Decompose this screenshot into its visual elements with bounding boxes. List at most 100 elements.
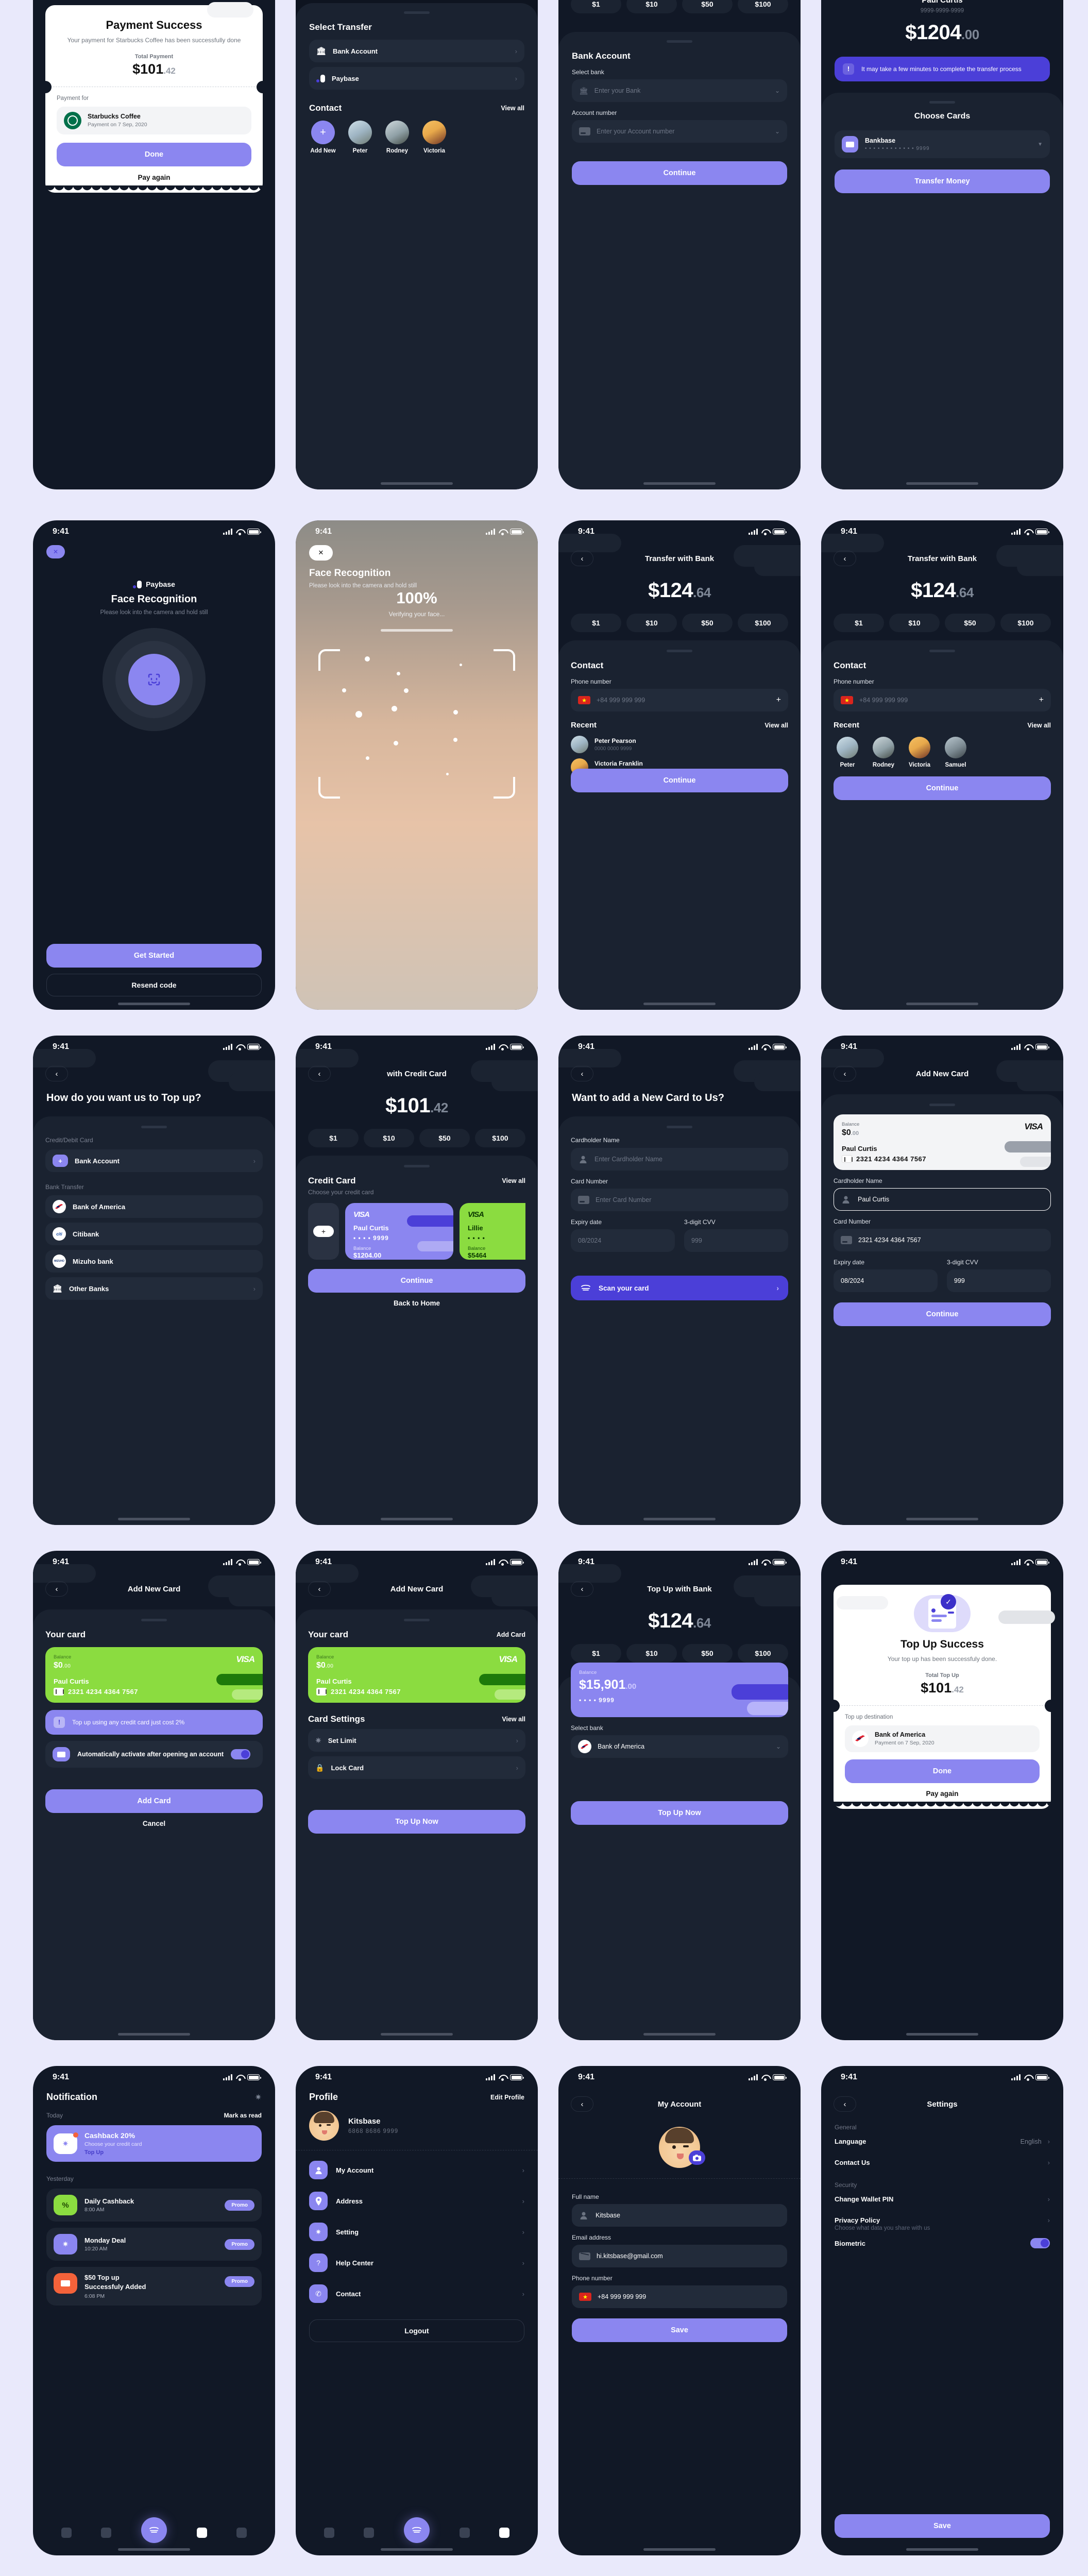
contact-add-new[interactable]: + Add New	[309, 121, 337, 154]
setting-contact-us[interactable]: Contact Us ›	[835, 2152, 1050, 2173]
amount-chip[interactable]: $100	[475, 1129, 525, 1147]
gear-icon[interactable]: ✷	[255, 2092, 262, 2103]
list-item[interactable]: Rodney	[870, 737, 897, 768]
tab-profile-icon[interactable]	[236, 2528, 247, 2538]
view-all-link[interactable]: View all	[764, 722, 788, 729]
add-card-link[interactable]: Add Card	[497, 1631, 525, 1638]
save-button[interactable]: Save	[835, 2514, 1050, 2538]
setting-language[interactable]: Language English ›	[835, 2131, 1050, 2152]
setting-privacy-policy[interactable]: Privacy Policy ›	[835, 2210, 1050, 2225]
list-item[interactable]: Peter	[834, 737, 861, 768]
amount-chip[interactable]: $1	[308, 1129, 359, 1147]
account-number-input[interactable]: Enter your Account number ⌄	[572, 120, 787, 143]
tab-notification-icon[interactable]	[196, 2528, 207, 2538]
phone-input[interactable]: ★ +84 999 999 999 +	[834, 689, 1051, 711]
view-all-link[interactable]: View all	[501, 105, 524, 112]
sheet-grabber[interactable]	[141, 1126, 167, 1128]
biometric-toggle[interactable]	[1030, 2238, 1050, 2248]
notification-item[interactable]: $50 Top up Successfuly Added 6:08 PM Pro…	[46, 2267, 262, 2306]
cvv-input[interactable]: 999	[947, 1269, 1051, 1292]
sheet-grabber[interactable]	[929, 650, 955, 652]
notification-action[interactable]: Top Up	[84, 2149, 142, 2156]
tab-profile-icon[interactable]	[499, 2528, 510, 2538]
back-button[interactable]: ‹	[308, 1066, 331, 1081]
amount-chip[interactable]: $50	[419, 1129, 470, 1147]
profile-item-contact[interactable]: ✆ Contact ›	[309, 2278, 524, 2309]
transfer-option-paybase[interactable]: Paybase ›	[309, 67, 524, 90]
cvv-input[interactable]: 999	[684, 1229, 788, 1252]
amount-chip[interactable]: $1	[571, 614, 621, 632]
amount-chip[interactable]: $10	[626, 0, 677, 13]
tab-notification-icon[interactable]	[459, 2528, 470, 2538]
amount-chip[interactable]: $10	[626, 1644, 677, 1663]
back-button[interactable]: ‹	[571, 2096, 593, 2112]
notification-featured[interactable]: ✷ Cashback 20% Choose your credit card T…	[46, 2125, 262, 2162]
done-button[interactable]: Done	[845, 1759, 1040, 1783]
amount-chip[interactable]: $1	[571, 1644, 621, 1663]
fullname-input[interactable]: Kitsbase	[572, 2204, 787, 2227]
sheet-grabber[interactable]	[929, 1104, 955, 1106]
back-button[interactable]: ‹	[571, 551, 593, 566]
sheet-grabber[interactable]	[667, 40, 692, 43]
edit-profile-button[interactable]: Edit Profile	[490, 2094, 524, 2101]
transfer-option-bank-account[interactable]: 🏛 Bank Account ›	[309, 40, 524, 62]
amount-chip[interactable]: $100	[738, 1644, 788, 1663]
sheet-grabber[interactable]	[404, 1619, 430, 1621]
amount-chip[interactable]: $50	[682, 614, 733, 632]
back-to-home-button[interactable]: Back to Home	[308, 1293, 525, 1314]
camera-icon[interactable]	[689, 2150, 705, 2165]
back-button[interactable]: ‹	[45, 1581, 68, 1597]
topup-now-button[interactable]: Top Up Now	[571, 1801, 788, 1825]
topup-option-bank-account[interactable]: + Bank Account ›	[45, 1149, 263, 1172]
sheet-grabber[interactable]	[667, 1126, 692, 1128]
bank-option-other[interactable]: 🏛 Other Banks ›	[45, 1277, 263, 1300]
continue-button[interactable]: Continue	[308, 1269, 525, 1293]
tab-scan-button[interactable]	[403, 2517, 430, 2543]
cardholder-input[interactable]: Paul Curtis	[834, 1188, 1051, 1211]
tab-home-icon[interactable]	[324, 2528, 334, 2538]
amount-chip[interactable]: $1	[571, 0, 621, 13]
sheet-grabber[interactable]	[404, 1165, 430, 1167]
amount-chip[interactable]: $50	[682, 0, 733, 13]
tab-scan-button[interactable]	[141, 2517, 167, 2543]
back-button[interactable]: ‹	[45, 1066, 68, 1081]
get-started-button[interactable]: Get Started	[46, 944, 262, 968]
notification-item[interactable]: % Daily Cashback 8:00 AM Promo	[46, 2189, 262, 2222]
continue-button[interactable]: Continue	[571, 769, 788, 792]
list-item[interactable]: Peter	[346, 121, 374, 154]
tab-home-icon[interactable]	[61, 2528, 72, 2538]
bank-option-mizuho[interactable]: MIZUHO Mizuho bank	[45, 1250, 263, 1273]
select-bank-input[interactable]: Bank of America ⌄	[571, 1735, 788, 1758]
tab-stats-icon[interactable]	[101, 2528, 112, 2538]
continue-button[interactable]: Continue	[834, 1302, 1051, 1326]
setting-biometric[interactable]: Biometric	[835, 2231, 1050, 2255]
close-button[interactable]: ✕	[309, 545, 333, 561]
pay-again-button[interactable]: Pay again	[57, 166, 251, 185]
list-item[interactable]: Victoria	[420, 121, 448, 154]
back-button[interactable]: ‹	[834, 551, 856, 566]
notification-item[interactable]: ✷ Monday Deal 10:20 AM Promo	[46, 2228, 262, 2261]
add-contact-icon[interactable]: +	[776, 696, 781, 705]
list-item[interactable]: Peter Pearson 0000 0000 9999	[571, 736, 788, 753]
card-number-input[interactable]: Enter Card Number	[571, 1189, 788, 1211]
view-all-link[interactable]: View all	[502, 1177, 525, 1184]
phone-input[interactable]: ★ +84 999 999 999 +	[571, 689, 788, 711]
continue-button[interactable]: Continue	[834, 776, 1051, 800]
list-item[interactable]: Victoria	[906, 737, 933, 768]
back-button[interactable]: ‹	[571, 1066, 593, 1081]
list-item[interactable]: Rodney	[383, 121, 411, 154]
amount-chip[interactable]: $10	[889, 614, 940, 632]
profile-item-my-account[interactable]: My Account ›	[309, 2155, 524, 2185]
done-button[interactable]: Done	[57, 142, 251, 166]
card-selector[interactable]: Bankbase • • • • • • • • • • • • 9999 ▼	[835, 130, 1050, 158]
profile-item-help-center[interactable]: ? Help Center ›	[309, 2247, 524, 2278]
profile-item-setting[interactable]: ✷ Setting ›	[309, 2216, 524, 2247]
amount-chip[interactable]: $1	[834, 614, 884, 632]
auto-activate-row[interactable]: Automatically activate after opening an …	[45, 1741, 263, 1768]
sheet-grabber[interactable]	[404, 11, 430, 14]
bank-option-citibank[interactable]: citi Citibank	[45, 1223, 263, 1245]
add-contact-icon[interactable]: +	[1039, 696, 1044, 705]
auto-activate-toggle[interactable]	[231, 1749, 251, 1759]
back-button[interactable]: ‹	[834, 1066, 856, 1081]
amount-chip[interactable]: $10	[364, 1129, 414, 1147]
